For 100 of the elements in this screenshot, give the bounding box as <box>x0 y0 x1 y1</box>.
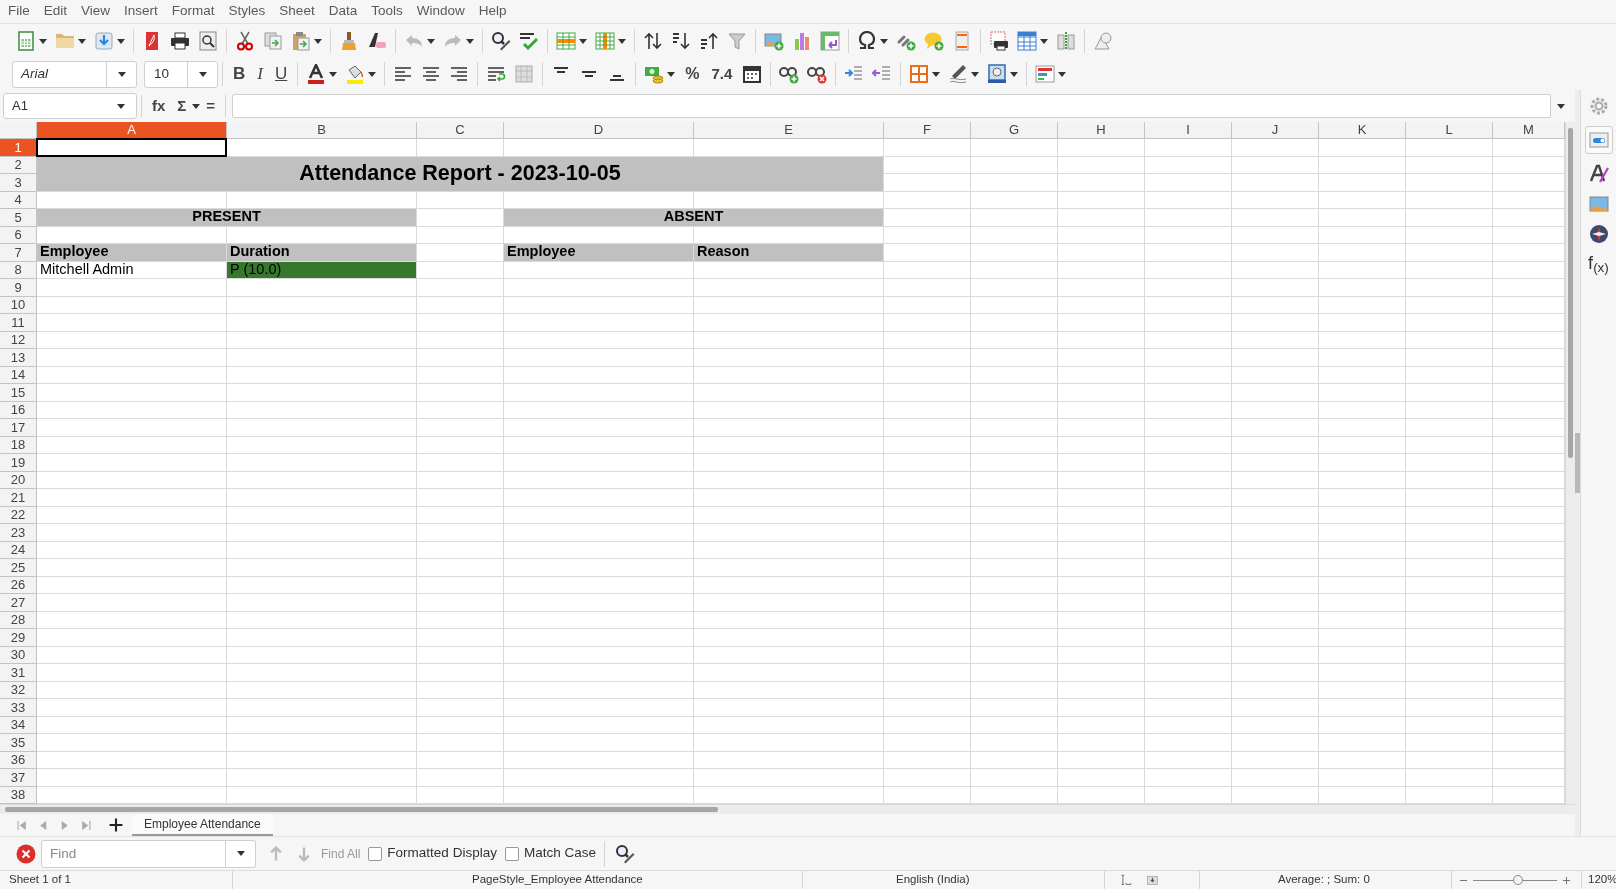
scrollbar-thumb[interactable] <box>5 807 718 812</box>
column-header[interactable]: M <box>1493 122 1565 139</box>
printer-icon[interactable] <box>170 31 190 51</box>
text-cursor-icon[interactable] <box>1119 873 1132 887</box>
align-right-icon[interactable] <box>449 64 470 84</box>
bar-chart-icon[interactable] <box>792 31 812 51</box>
menu-item[interactable]: Styles <box>221 1 273 22</box>
row-header[interactable]: 31 <box>0 664 37 682</box>
zoom-slider[interactable] <box>1473 875 1557 885</box>
column-header[interactable]: J <box>1232 122 1319 139</box>
row-header[interactable]: 1 <box>0 139 37 157</box>
find-field[interactable]: Find <box>41 839 226 868</box>
pivot-table-icon[interactable] <box>820 31 840 51</box>
percent-button[interactable]: % <box>679 61 706 87</box>
dropdown-button[interactable] <box>226 839 256 868</box>
caret-icon[interactable] <box>1058 71 1067 77</box>
up-arrow-icon[interactable] <box>268 845 284 862</box>
magnifier-pencil-icon[interactable] <box>614 843 635 864</box>
caret-icon[interactable] <box>427 38 435 44</box>
column-header[interactable]: C <box>417 122 504 139</box>
menu-item[interactable]: Tools <box>364 1 410 22</box>
close-icon[interactable] <box>16 843 36 864</box>
row-header[interactable]: 23 <box>0 524 37 542</box>
caret-icon[interactable] <box>198 71 207 77</box>
sort-descending-icon[interactable] <box>699 31 719 51</box>
row-header[interactable]: 33 <box>0 699 37 717</box>
menu-item[interactable]: Window <box>409 1 472 22</box>
row-header[interactable]: 19 <box>0 454 37 472</box>
menu-item[interactable]: Insert <box>117 1 165 22</box>
add-decimal-icon[interactable] <box>779 64 800 84</box>
menu-item[interactable]: Edit <box>36 1 75 22</box>
caret-icon[interactable] <box>667 71 676 77</box>
caret-icon[interactable] <box>39 38 47 44</box>
menu-item[interactable]: View <box>74 1 118 22</box>
row-header[interactable]: 3 <box>0 174 37 192</box>
caret-icon[interactable] <box>117 38 125 44</box>
column-header[interactable]: D <box>504 122 694 139</box>
menu-item[interactable]: Data <box>321 1 365 22</box>
menu-item[interactable]: Help <box>471 1 514 22</box>
eraser-icon[interactable] <box>367 31 387 51</box>
picture-plus-icon[interactable] <box>764 31 784 51</box>
row-header[interactable]: 27 <box>0 594 37 612</box>
wrap-text-icon[interactable] <box>486 64 507 84</box>
brush-letter-icon[interactable] <box>1588 164 1609 184</box>
caret-icon[interactable] <box>368 71 377 77</box>
row-header[interactable]: 13 <box>0 349 37 367</box>
caret-icon[interactable] <box>117 103 125 109</box>
up-down-arrows-icon[interactable] <box>643 31 663 51</box>
column-header[interactable]: G <box>971 122 1058 139</box>
shapes-icon[interactable] <box>1093 31 1113 51</box>
select-all-corner[interactable] <box>0 122 37 139</box>
horizontal-scrollbar[interactable] <box>0 804 1575 814</box>
spellcheck-icon[interactable] <box>519 31 539 51</box>
checkbox-label[interactable]: Match Case <box>523 843 596 864</box>
caret-icon[interactable] <box>78 38 86 44</box>
column-header[interactable]: H <box>1058 122 1145 139</box>
highlighting-icon[interactable] <box>345 64 366 84</box>
font-size-field[interactable]: 10 <box>144 60 218 88</box>
plus-icon[interactable] <box>108 817 124 833</box>
page-header-icon[interactable] <box>952 31 972 51</box>
magnifier-pencil-icon[interactable] <box>491 31 511 51</box>
column-header[interactable]: K <box>1319 122 1406 139</box>
row-header[interactable]: 37 <box>0 769 37 787</box>
menu-item[interactable]: Sheet <box>272 1 322 22</box>
caret-icon[interactable] <box>117 71 126 77</box>
row-header[interactable]: 25 <box>0 559 37 577</box>
caret-icon[interactable] <box>192 103 201 109</box>
caret-icon[interactable] <box>466 38 474 44</box>
compass-icon[interactable] <box>1588 224 1609 244</box>
checkbox[interactable] <box>504 846 519 861</box>
equals-button[interactable]: = <box>200 93 222 119</box>
row-header[interactable]: 21 <box>0 489 37 507</box>
caret-icon[interactable] <box>618 38 626 44</box>
menu-item[interactable]: File <box>1 1 37 22</box>
speech-bubble-icon[interactable] <box>924 31 944 51</box>
scissors-icon[interactable] <box>235 31 255 51</box>
document-status-icon[interactable] <box>1146 874 1159 886</box>
gear-icon[interactable] <box>1588 96 1609 116</box>
sum-button[interactable]: Σ <box>171 93 193 119</box>
border-color-icon[interactable] <box>987 64 1008 84</box>
caret-icon[interactable] <box>329 71 338 77</box>
sheet-tab[interactable]: Employee Attendance <box>132 814 273 836</box>
last-sheet-icon[interactable] <box>80 818 91 832</box>
row-header[interactable]: 7 <box>0 244 37 262</box>
picture-icon[interactable] <box>1588 194 1609 214</box>
paintbrush-icon[interactable] <box>339 31 359 51</box>
vertical-scrollbar[interactable] <box>1565 122 1575 804</box>
omega-icon[interactable] <box>857 31 877 51</box>
row-header[interactable]: 11 <box>0 314 37 332</box>
printer-page-icon[interactable] <box>989 31 1009 51</box>
conditional-format-icon[interactable] <box>1035 64 1056 84</box>
split-columns-icon[interactable] <box>1056 31 1076 51</box>
column-header[interactable]: F <box>884 122 971 139</box>
sidebar-handle[interactable] <box>1575 433 1580 493</box>
caret-icon[interactable] <box>314 38 322 44</box>
column-header[interactable]: B <box>227 122 417 139</box>
caret-icon[interactable] <box>880 38 888 44</box>
row-header[interactable]: 35 <box>0 734 37 752</box>
calendar-icon[interactable] <box>742 64 763 84</box>
caret-icon[interactable] <box>932 71 941 77</box>
